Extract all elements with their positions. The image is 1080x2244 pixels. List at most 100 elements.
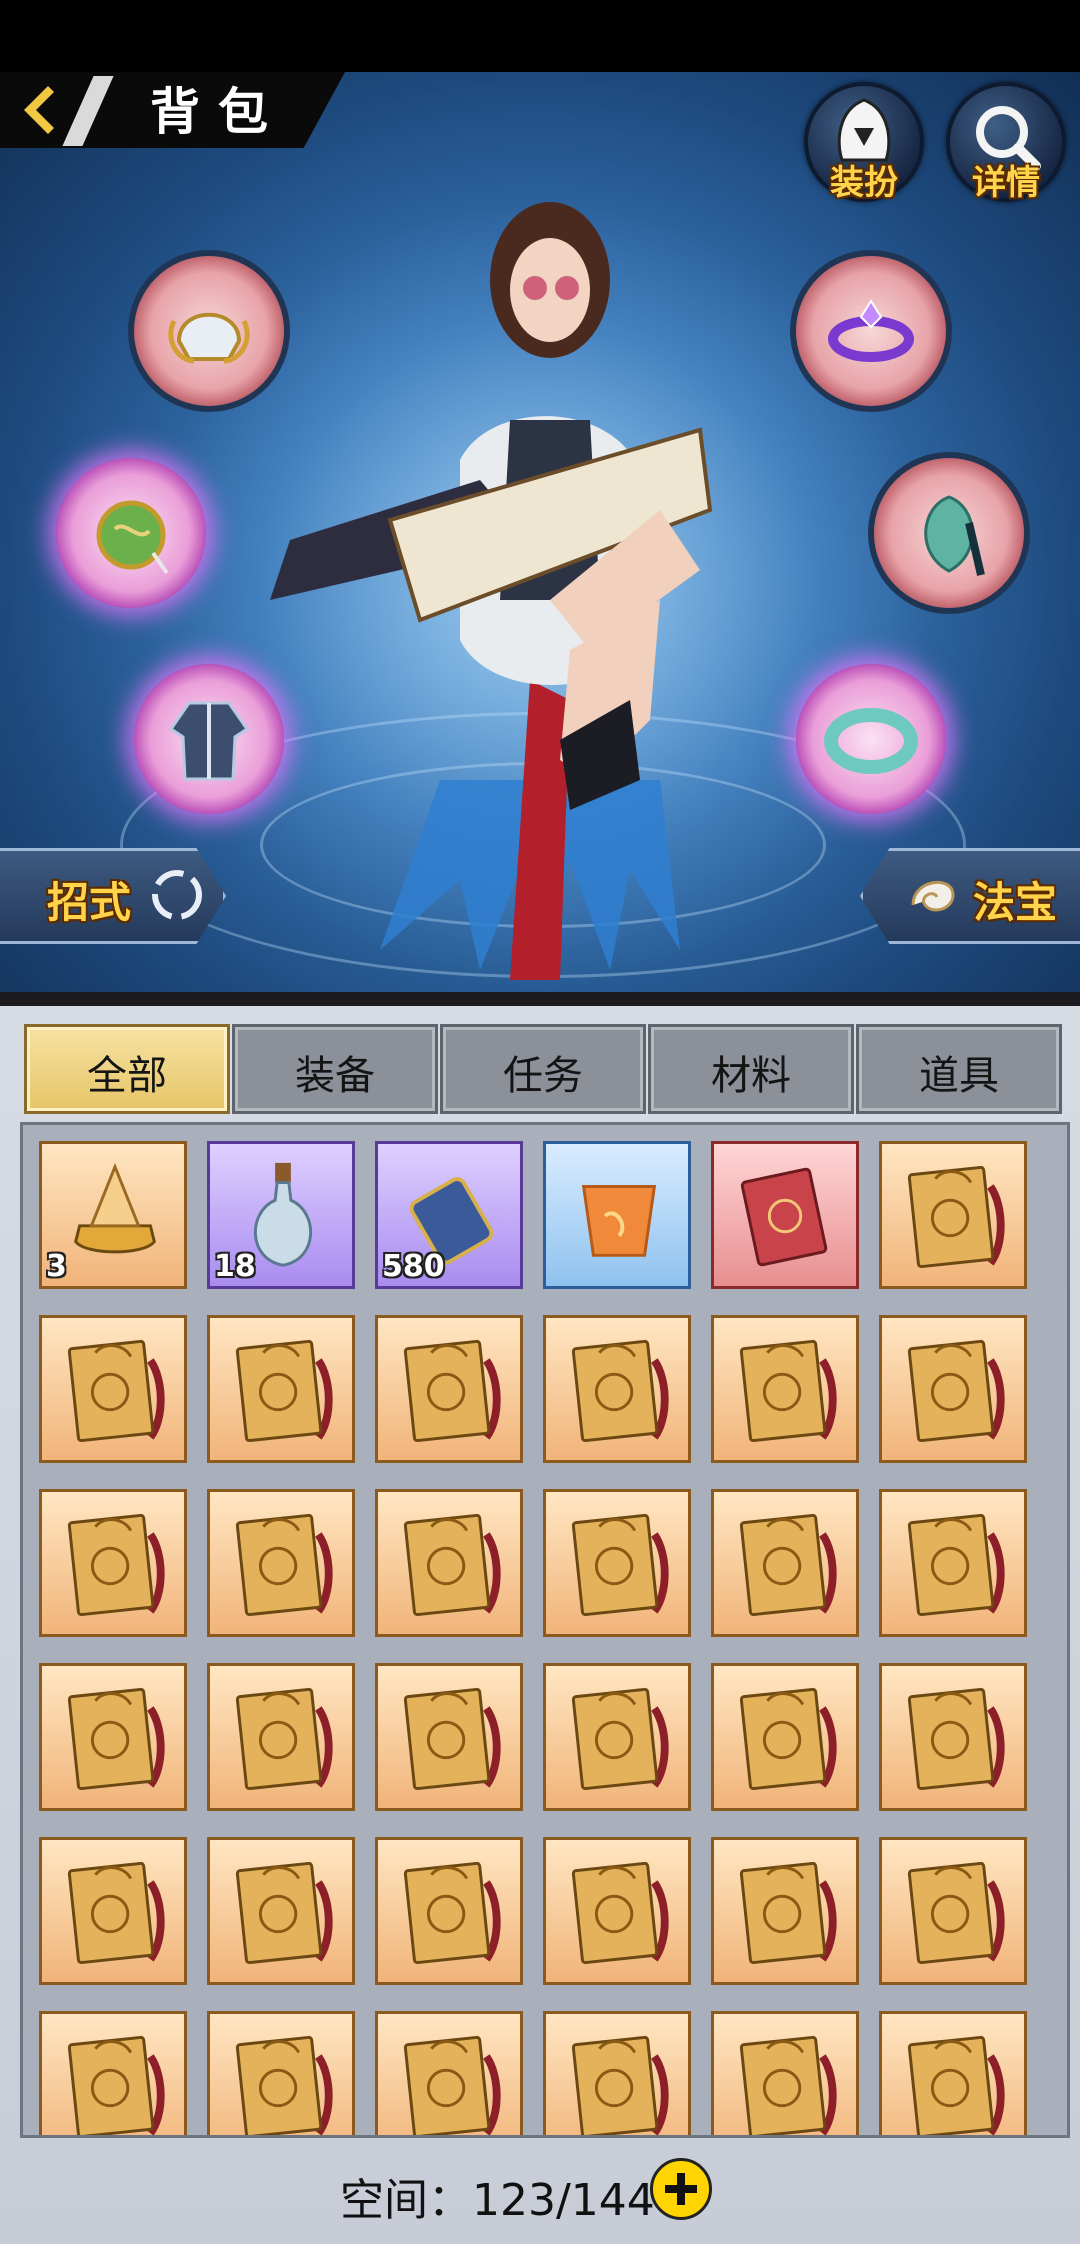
tab-quest[interactable]: 任务 [440,1024,646,1114]
back-chevron-icon[interactable] [10,80,70,140]
skills-tab[interactable]: 招式 [0,848,226,944]
equip-slot-ring[interactable] [796,256,946,406]
skill-book-icon [67,1339,165,1443]
character-figure [270,202,713,980]
details-button[interactable]: 详情 [946,82,1066,203]
skill-book-icon [907,1339,1005,1443]
inventory-item[interactable] [711,1489,859,1637]
inventory-item[interactable] [39,1489,187,1637]
inventory-item[interactable] [543,1837,691,1985]
helmet-icon [168,312,250,364]
inventory-item[interactable] [39,1837,187,1985]
inventory-item[interactable] [39,1315,187,1463]
skill-book-icon [235,1513,333,1617]
inventory-item[interactable] [879,1141,1027,1289]
skill-book-icon [67,1861,165,1965]
inventory-item[interactable]: 18 [207,1141,355,1289]
jade-pouch-icon [96,500,169,575]
inventory-item[interactable] [543,1141,691,1289]
skill-book-icon [235,1861,333,1965]
tab-label: 全部 [87,1053,167,1099]
inventory-item[interactable] [879,2011,1027,2135]
equip-slot-pendant[interactable] [874,458,1024,608]
inventory-item[interactable] [375,1489,523,1637]
tab-materials[interactable]: 材料 [648,1024,854,1114]
inventory-item[interactable] [879,1837,1027,1985]
red-book-icon [740,1167,828,1267]
skill-book-icon [235,1339,333,1443]
equip-slot-robe[interactable] [134,664,284,814]
inventory-item[interactable] [543,1315,691,1463]
skill-book-icon [235,1687,333,1791]
inventory-item[interactable] [207,2011,355,2135]
skill-book-icon [907,2035,1005,2135]
capacity-text: 空间：123/144 [340,2175,655,2226]
item-grid[interactable]: 3 18 580 [20,1122,1070,2138]
skill-book-icon [67,1687,165,1791]
skill-book-icon [571,1513,669,1617]
page-title: 背包 [150,82,286,141]
equip-slot-helmet[interactable] [134,256,284,406]
gold-crown-icon [74,1162,156,1254]
treasure-tab-label: 法宝 [973,878,1058,927]
inventory-item[interactable] [39,1663,187,1811]
inventory-item[interactable] [207,1663,355,1811]
outfit-button[interactable]: 装扮 [804,82,924,203]
skill-book-icon [907,1513,1005,1617]
inventory-item[interactable] [207,1837,355,1985]
item-count: 3 [46,1249,67,1284]
inventory-item[interactable] [711,1837,859,1985]
inventory-item[interactable]: 580 [375,1141,523,1289]
inventory-item[interactable] [543,2011,691,2135]
inventory-item[interactable] [207,1489,355,1637]
inventory-item[interactable] [543,1489,691,1637]
jade-bracelet-icon [824,708,918,774]
inventory-item[interactable] [375,1315,523,1463]
inventory-item[interactable] [375,2011,523,2135]
skill-book-icon [571,1861,669,1965]
skill-book-icon [739,2035,837,2135]
skill-book-icon [907,1861,1005,1965]
skill-book-icon [571,1687,669,1791]
inventory-item[interactable] [879,1489,1027,1637]
inventory-item[interactable] [711,1315,859,1463]
inventory-item[interactable] [543,1663,691,1811]
inventory-item[interactable] [375,1663,523,1811]
robe-icon [168,701,250,781]
tab-label: 材料 [711,1053,791,1099]
item-count: 18 [214,1249,256,1284]
skill-book-icon [403,1339,501,1443]
skill-book-icon [571,2035,669,2135]
skill-book-icon [739,1861,837,1965]
inventory-item[interactable] [879,1663,1027,1811]
skills-tab-label: 招式 [47,878,132,927]
equip-slot-bracelet[interactable] [796,664,946,814]
skill-book-icon [403,2035,501,2135]
inventory-item[interactable] [207,1315,355,1463]
skill-book-icon [571,1339,669,1443]
tab-all[interactable]: 全部 [24,1024,230,1114]
skill-book-icon [403,1513,501,1617]
inventory-item[interactable] [711,1141,859,1289]
tab-label: 装备 [295,1053,375,1099]
skill-book-icon [403,1687,501,1791]
inventory-item[interactable] [39,2011,187,2135]
tab-props[interactable]: 道具 [856,1024,1062,1114]
skill-book-icon [907,1165,1005,1269]
inventory-item[interactable]: 3 [39,1141,187,1289]
inventory-item[interactable] [711,1663,859,1811]
equip-slot-pouch[interactable] [56,458,206,608]
treasure-tab[interactable]: 法宝 [860,848,1080,944]
plus-circle-icon[interactable] [650,2158,712,2220]
conch-icon [911,880,955,912]
tab-equipment[interactable]: 装备 [232,1024,438,1114]
skill-book-icon [739,1687,837,1791]
skill-book-icon [907,1687,1005,1791]
gem-ring-icon [828,299,914,362]
details-button-label: 详情 [972,163,1040,203]
panel-divider [0,992,1080,1006]
tab-label: 任务 [503,1053,583,1099]
inventory-item[interactable] [375,1837,523,1985]
inventory-item[interactable] [879,1315,1027,1463]
inventory-item[interactable] [711,2011,859,2135]
